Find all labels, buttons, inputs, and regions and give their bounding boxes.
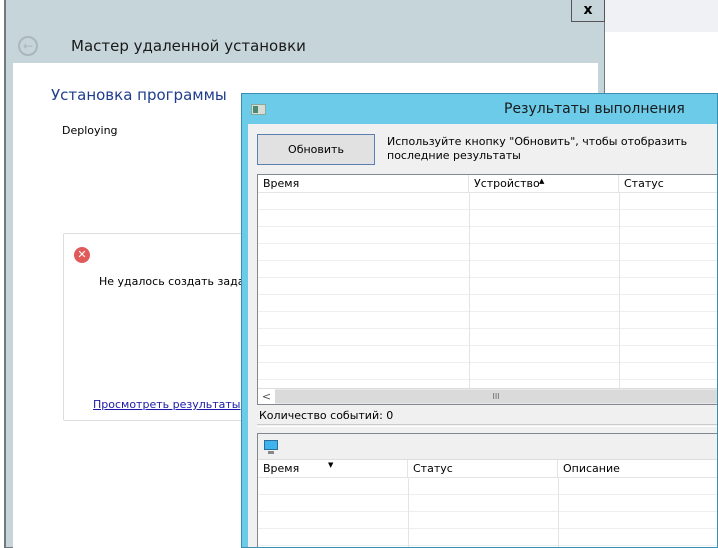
table-header: Время Устройство ▲ Статус [258, 175, 717, 193]
wizard-title: Мастер удаленной установки [71, 37, 306, 55]
error-message: Не удалось создать задачу. [99, 275, 261, 288]
column-status[interactable]: Статус [408, 460, 558, 477]
back-arrow-icon[interactable]: ← [18, 36, 38, 56]
events-table[interactable]: Время Устройство ▲ Статус < III [257, 174, 717, 405]
scroll-left-button[interactable]: < [258, 389, 275, 404]
column-divider [469, 193, 470, 388]
column-divider [408, 478, 409, 547]
column-description[interactable]: Описание [558, 460, 718, 477]
results-title: Результаты выполнения [504, 101, 685, 117]
column-device-label: Устройство [474, 177, 540, 190]
results-body: Обновить Используйте кнопку "Обновить", … [248, 124, 717, 547]
details-panel: Время ▼ Статус Описание [257, 433, 717, 547]
splitter[interactable] [257, 424, 717, 427]
view-results-link[interactable]: Просмотреть результаты [93, 398, 240, 411]
table-rows [258, 478, 717, 547]
close-button[interactable]: x [571, 0, 605, 22]
status-text: Deploying [62, 124, 118, 137]
details-table[interactable]: Время ▼ Статус Описание [258, 460, 717, 547]
scroll-thumb[interactable]: III [275, 390, 717, 403]
hint-text: Используйте кнопку "Обновить", чтобы ото… [387, 135, 688, 162]
page-heading: Установка программы [51, 86, 227, 104]
horizontal-scrollbar[interactable]: < III [258, 388, 717, 404]
error-panel: ✕ Не удалось создать задачу. Просмотреть… [63, 233, 263, 421]
table-header: Время ▼ Статус Описание [258, 460, 717, 478]
monitor-icon[interactable] [264, 440, 278, 454]
sort-asc-icon: ▲ [539, 177, 545, 185]
background-strip [604, 0, 718, 32]
refresh-button[interactable]: Обновить [257, 134, 375, 165]
events-count: Количество событий: 0 [259, 409, 394, 422]
details-toolbar [258, 434, 717, 460]
column-divider [558, 478, 559, 547]
column-status[interactable]: Статус [619, 175, 718, 192]
column-time[interactable]: Время [258, 175, 469, 192]
results-window: Результаты выполнения Обновить Используй… [241, 93, 718, 548]
window-icon [251, 104, 266, 115]
table-rows [258, 193, 717, 388]
sort-desc-icon: ▼ [328, 461, 334, 469]
error-icon: ✕ [74, 247, 90, 263]
column-divider [619, 193, 620, 388]
